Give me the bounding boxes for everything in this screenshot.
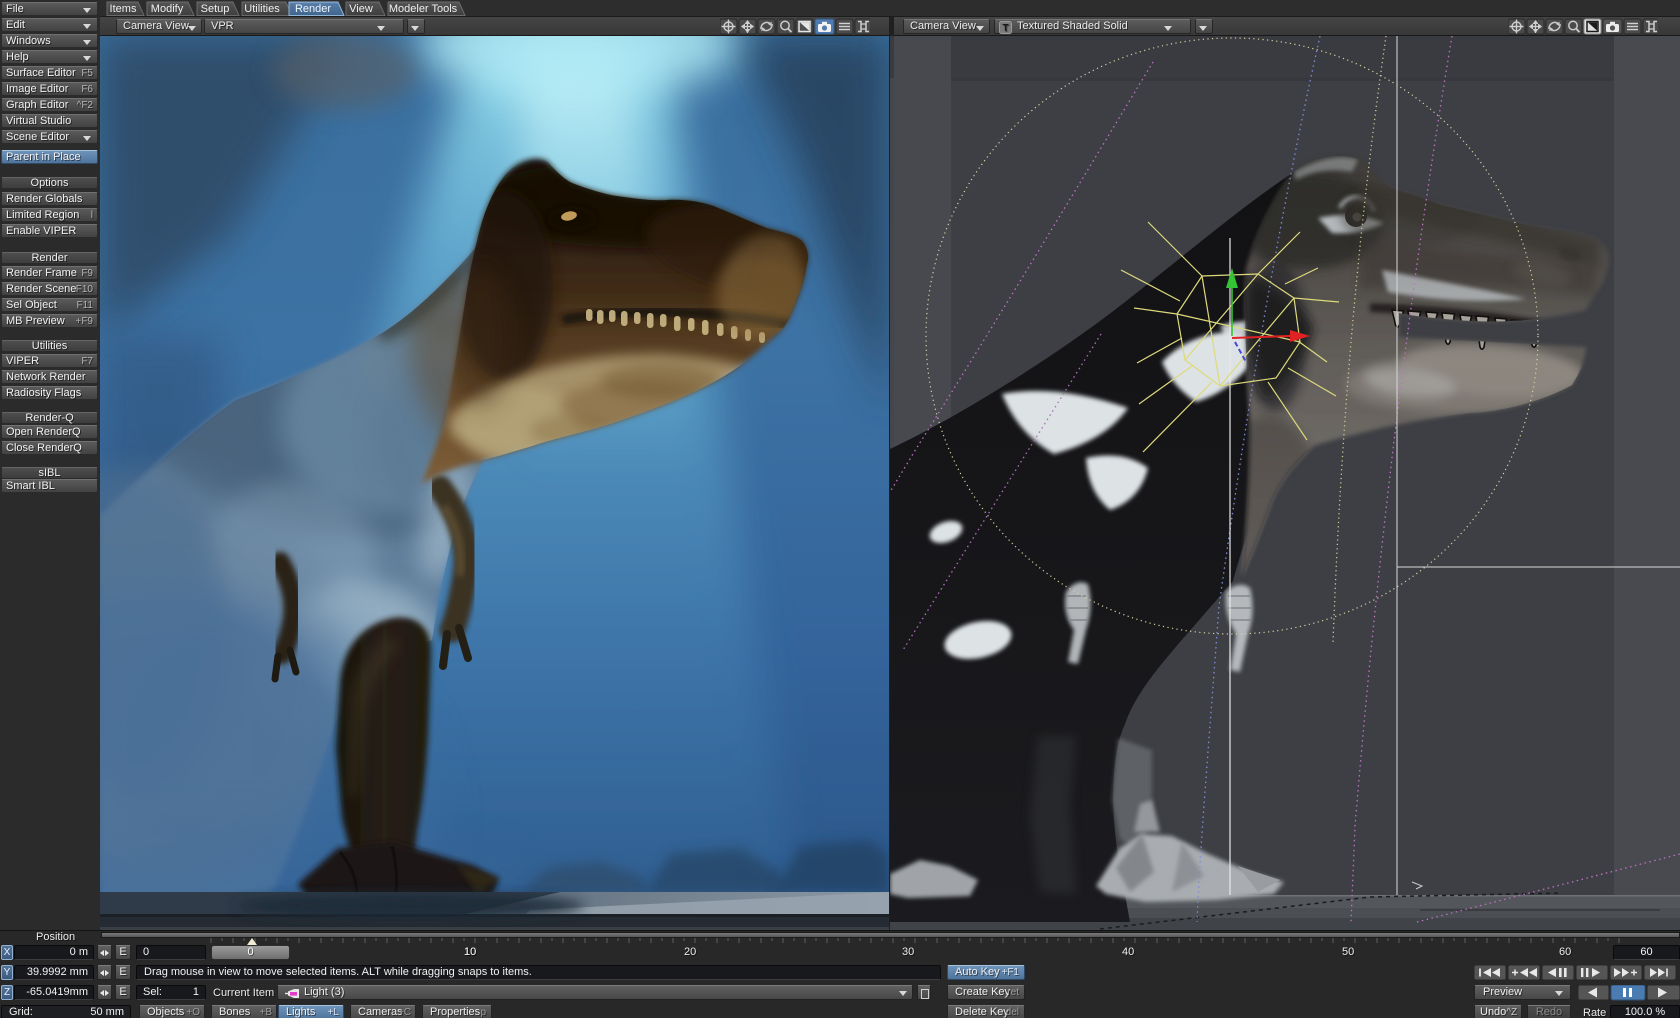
svg-text:T: T — [1002, 23, 1008, 34]
svg-text:View: View — [349, 3, 373, 15]
svg-text:Render: Render — [295, 3, 331, 15]
svg-text:Items: Items — [110, 3, 137, 15]
svg-text:Modify: Modify — [151, 3, 184, 15]
svg-text:Utilities: Utilities — [244, 3, 280, 15]
svg-text:Modeler Tools: Modeler Tools — [389, 3, 458, 15]
svg-text:Setup: Setup — [201, 3, 230, 15]
